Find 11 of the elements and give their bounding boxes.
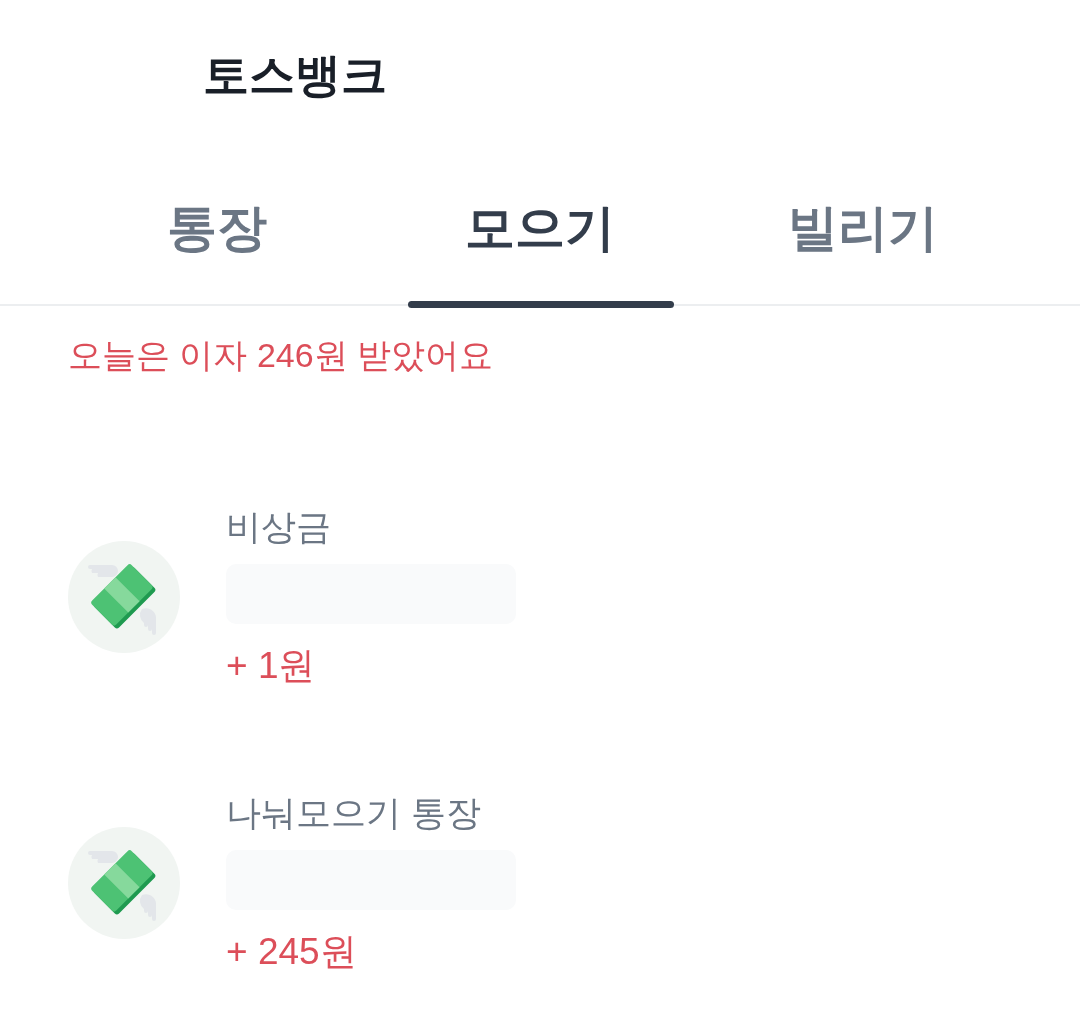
tab[interactable]: 빌리기 <box>701 150 1024 304</box>
account-name: 나눠모으기 통장 <box>226 792 481 834</box>
winged-money-icon <box>68 827 180 939</box>
interest-amount: + 1원 <box>226 644 316 688</box>
winged-money-icon <box>68 541 180 653</box>
account-name: 비상금 <box>226 506 331 548</box>
interest-notice: 오늘은 이자 246원 받았어요 <box>68 335 494 376</box>
tab[interactable]: 통장 <box>56 150 379 304</box>
interest-amount: + 245원 <box>226 930 357 974</box>
app-title: 토스뱅크 <box>203 52 387 98</box>
tab[interactable]: 모으기 <box>378 150 702 304</box>
